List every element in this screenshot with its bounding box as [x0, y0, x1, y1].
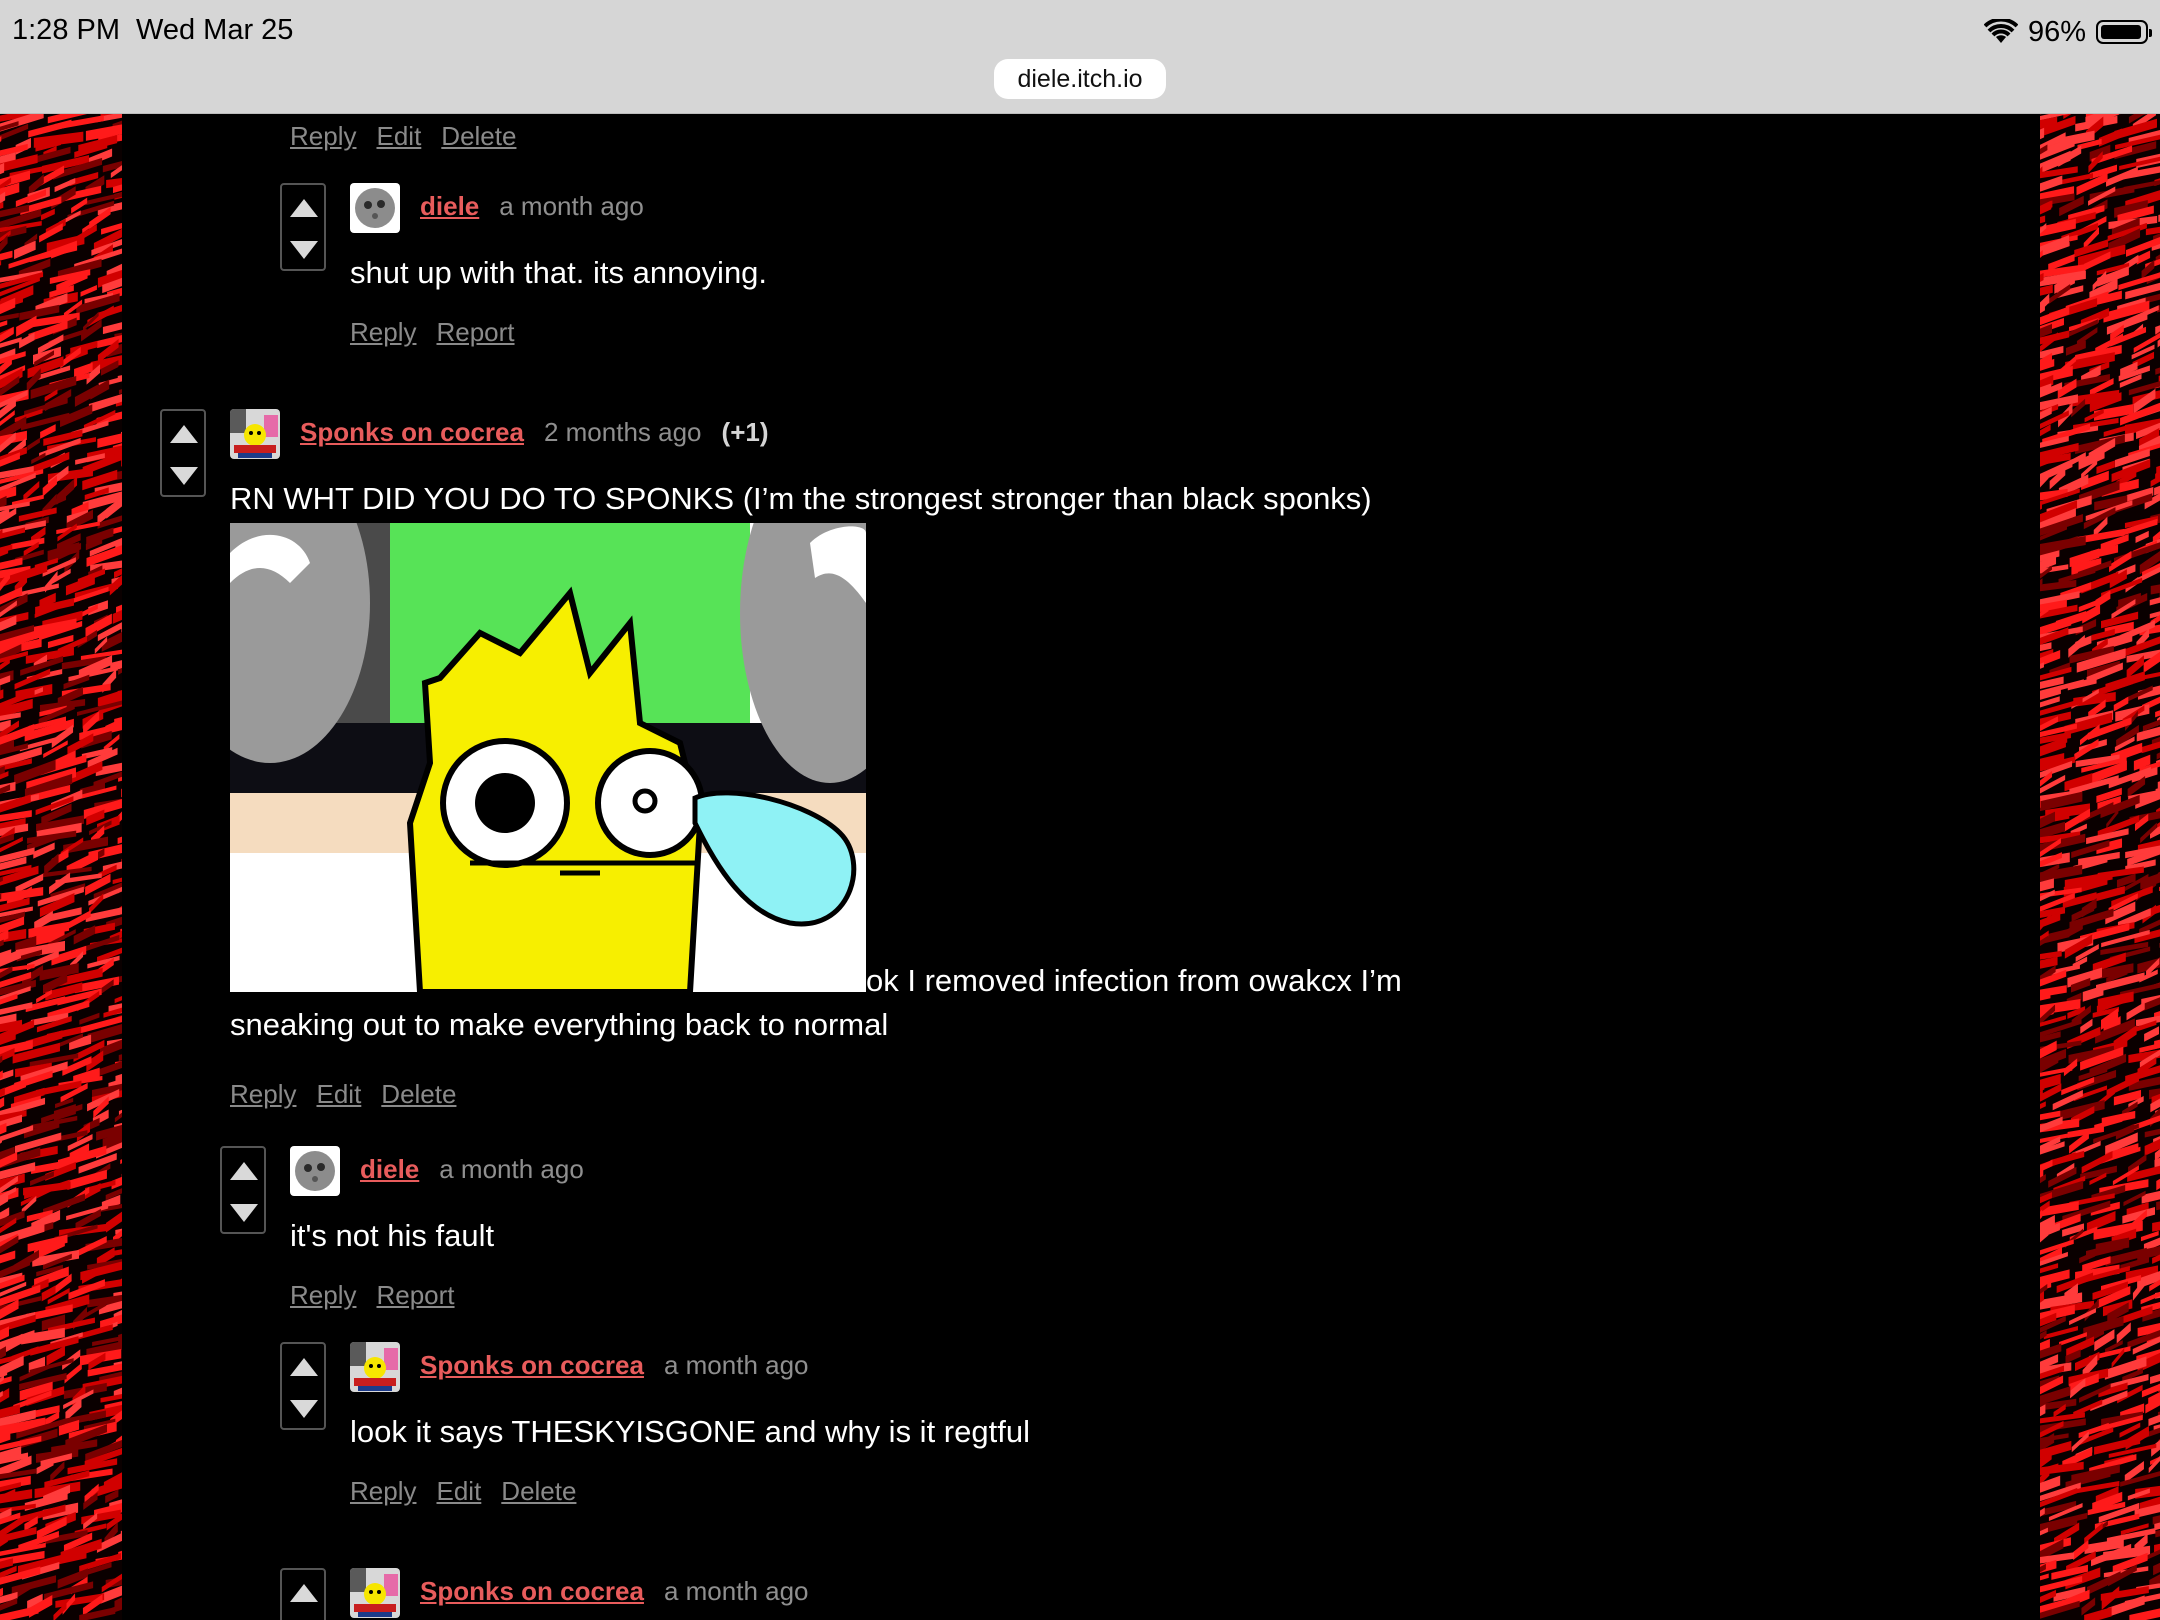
upvote-arrow-icon[interactable]	[290, 1584, 318, 1602]
edit-link[interactable]: Edit	[436, 1476, 481, 1507]
reply-link[interactable]: Reply	[290, 1280, 356, 1311]
downvote-arrow-icon[interactable]	[290, 1400, 318, 1418]
reply-link[interactable]: Reply	[350, 317, 416, 348]
battery-percent: 96%	[2027, 15, 2086, 48]
avatar-diele[interactable]	[290, 1146, 340, 1196]
battery-icon	[2096, 20, 2152, 44]
upvote-arrow-icon[interactable]	[290, 199, 318, 217]
report-link[interactable]: Report	[436, 317, 514, 348]
comment-body-line: RN WHT DID YOU DO TO SPONKS (I’m the str…	[230, 481, 1372, 516]
author-link[interactable]: diele	[420, 191, 479, 222]
delete-link[interactable]: Delete	[501, 1476, 576, 1507]
comment-actions: Reply Report	[350, 317, 515, 348]
vote-widget	[280, 1342, 326, 1430]
comment-header: diele a month ago	[360, 1154, 584, 1185]
wifi-icon	[1983, 19, 2018, 43]
comment-actions: Reply Edit Delete	[230, 1079, 456, 1110]
avatar-diele[interactable]	[350, 183, 400, 233]
author-link[interactable]: Sponks on cocrea	[300, 417, 524, 448]
timestamp: a month ago	[439, 1154, 584, 1184]
status-time: 1:28 PM	[12, 14, 120, 46]
downvote-arrow-icon[interactable]	[230, 1204, 258, 1222]
upvote-arrow-icon[interactable]	[290, 1358, 318, 1376]
comment-header: Sponks on cocrea a month ago	[420, 1576, 809, 1607]
avatar-sponks[interactable]	[230, 409, 280, 459]
comment-actions: Reply Report	[290, 1280, 455, 1311]
report-link[interactable]: Report	[376, 1280, 454, 1311]
comment-image-sponks[interactable]	[230, 523, 866, 992]
timestamp: a month ago	[499, 191, 644, 221]
avatar-sponks[interactable]	[350, 1342, 400, 1392]
upvote-arrow-icon[interactable]	[170, 425, 198, 443]
reply-link[interactable]: Reply	[230, 1079, 296, 1110]
comments-column: Reply Edit Delete diele a month ago shut…	[122, 113, 2040, 1620]
downvote-arrow-icon[interactable]	[170, 467, 198, 485]
delete-link[interactable]: Delete	[441, 121, 516, 152]
comment-body-line: sneaking out to make everything back to …	[230, 1007, 889, 1042]
author-link[interactable]: Sponks on cocrea	[420, 1350, 644, 1381]
author-link[interactable]: diele	[360, 1154, 419, 1185]
timestamp: a month ago	[663, 1576, 809, 1606]
downvote-arrow-icon[interactable]	[290, 241, 318, 259]
comment-body: it's not his fault	[290, 1218, 495, 1253]
comment-header: diele a month ago	[420, 191, 644, 222]
comment-body: look it says THESKYISGONE and why is it …	[350, 1414, 1030, 1449]
comment-header: Sponks on cocrea 2 months ago (+1)	[300, 417, 769, 448]
comment-header: Sponks on cocrea a month ago	[420, 1350, 809, 1381]
timestamp: a month ago	[663, 1350, 809, 1380]
vote-widget	[280, 183, 326, 271]
vote-widget	[160, 409, 206, 497]
author-link[interactable]: Sponks on cocrea	[420, 1576, 644, 1607]
upvote-arrow-icon[interactable]	[230, 1162, 258, 1180]
vote-widget	[220, 1146, 266, 1234]
vote-widget	[280, 1568, 326, 1620]
top-comment-actions: Reply Edit Delete	[290, 121, 516, 152]
right-background-pattern	[2040, 113, 2160, 1620]
status-indicators: 96%	[1983, 14, 2152, 50]
delete-link[interactable]: Delete	[381, 1079, 456, 1110]
comment-body-inline: ok I removed infection from owakcx I’m	[866, 963, 1402, 998]
reply-link[interactable]: Reply	[350, 1476, 416, 1507]
url-address-bar[interactable]: diele.itch.io	[994, 59, 1166, 99]
timestamp: 2 months ago	[543, 417, 702, 447]
score-badge: (+1)	[721, 417, 769, 447]
edit-link[interactable]: Edit	[316, 1079, 361, 1110]
browser-status-bar: 1:28 PM Wed Mar 25 96% diele.itch.io	[0, 0, 2160, 114]
edit-link[interactable]: Edit	[376, 121, 421, 152]
reply-link[interactable]: Reply	[290, 121, 356, 152]
status-date: Wed Mar 25	[136, 14, 294, 46]
left-background-pattern	[0, 113, 122, 1620]
comment-body: shut up with that. its annoying.	[350, 255, 768, 290]
comment-actions: Reply Edit Delete	[350, 1476, 576, 1507]
avatar-sponks[interactable]	[350, 1568, 400, 1618]
